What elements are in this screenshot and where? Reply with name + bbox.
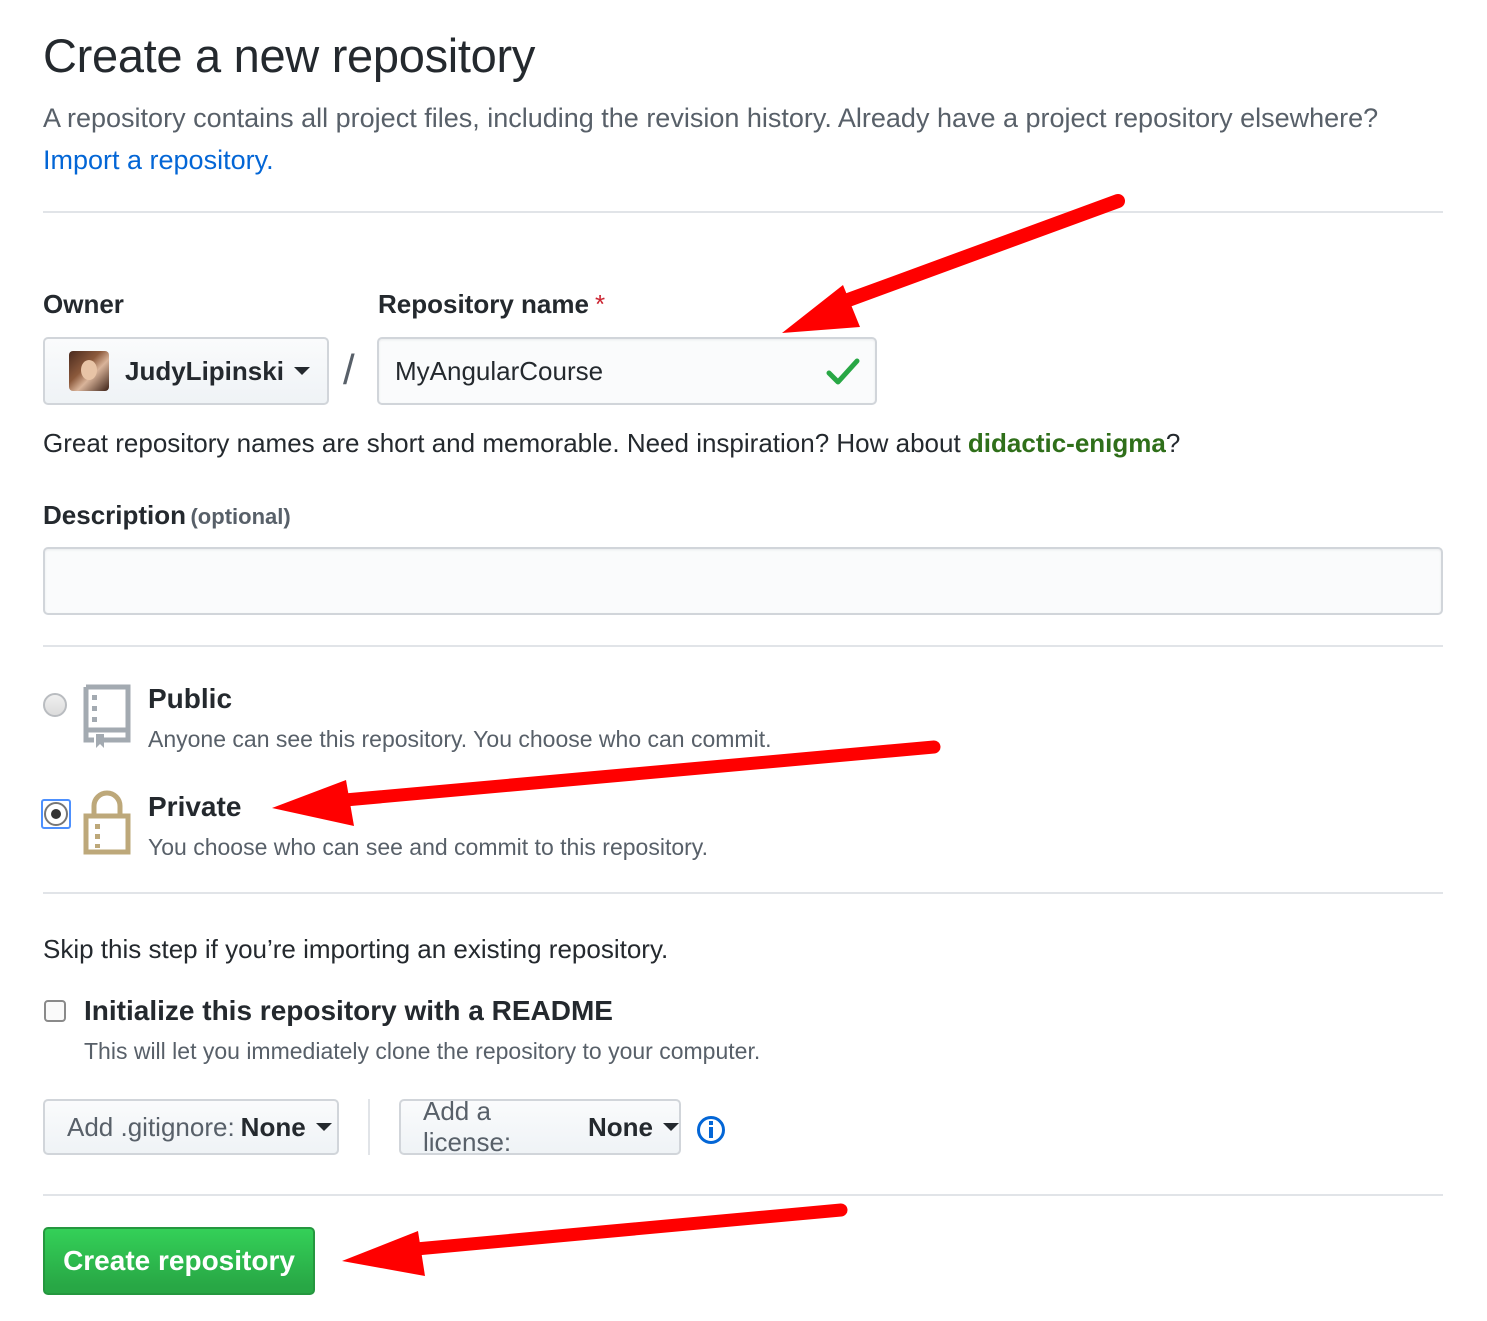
page-title: Create a new repository <box>43 29 536 82</box>
import-repository-link[interactable]: Import a repository. <box>43 145 274 175</box>
gitignore-select[interactable]: Add .gitignore: None <box>43 1099 339 1155</box>
optional-tag: (optional) <box>190 504 291 529</box>
skip-step-note: Skip this step if you’re importing an ex… <box>43 934 669 964</box>
gitignore-value: None <box>240 1111 306 1142</box>
chevron-down-icon <box>293 367 310 375</box>
readme-checkbox-label[interactable]: Initialize this repository with a README <box>84 995 613 1027</box>
private-radio[interactable] <box>44 802 68 826</box>
description-divider <box>43 645 1443 647</box>
readme-desc: This will let you immediately clone the … <box>84 1038 761 1064</box>
license-value: None <box>588 1111 653 1142</box>
select-separator <box>368 1099 370 1155</box>
license-select[interactable]: Add a license: None <box>399 1096 681 1157</box>
public-option-title: Public <box>148 683 233 714</box>
description-input[interactable] <box>43 547 1443 615</box>
info-icon[interactable] <box>696 1115 726 1145</box>
repo-book-icon <box>83 684 131 748</box>
hint-suffix: ? <box>1165 428 1181 458</box>
owner-label: Owner <box>43 289 124 319</box>
arrow-to-create-button <box>342 1203 848 1276</box>
name-suggestion-hint: Great repository names are short and mem… <box>43 428 1180 459</box>
footer-divider <box>43 1194 1443 1196</box>
description-label: Description <box>43 500 187 530</box>
readme-checkbox[interactable] <box>44 1000 66 1022</box>
check-icon <box>826 358 860 385</box>
owner-repo-separator: / <box>343 346 355 393</box>
required-asterisk: * <box>594 289 606 319</box>
description-label-group: Description (optional) <box>43 500 291 531</box>
arrow-to-private <box>272 740 941 826</box>
repository-name-label: Repository name * <box>378 289 605 320</box>
header-divider <box>43 211 1443 213</box>
subtitle-text: A repository contains all project files,… <box>43 103 1379 133</box>
arrow-to-repo-name <box>782 194 1125 333</box>
visibility-divider <box>43 892 1443 894</box>
chevron-down-icon <box>663 1123 679 1131</box>
private-radio-focus-ring <box>41 799 71 829</box>
lock-icon <box>83 790 131 855</box>
page-subtitle: A repository contains all project files,… <box>43 97 1463 181</box>
public-option-desc: Anyone can see this repository. You choo… <box>148 726 772 752</box>
private-option-title: Private <box>148 791 242 822</box>
chevron-down-icon <box>315 1123 332 1131</box>
public-radio[interactable] <box>43 693 67 717</box>
hint-prefix: Great repository names are short and mem… <box>43 428 968 458</box>
create-repository-button[interactable]: Create repository <box>43 1227 315 1295</box>
suggested-name-link[interactable]: didactic-enigma <box>968 428 1166 458</box>
gitignore-prefix: Add .gitignore: <box>67 1111 235 1142</box>
private-option-desc: You choose who can see and commit to thi… <box>148 834 708 860</box>
repository-name-input[interactable] <box>377 337 877 405</box>
repository-name-label-text: Repository name <box>378 289 589 319</box>
license-prefix: Add a license: <box>423 1096 512 1157</box>
avatar <box>69 351 109 391</box>
owner-select[interactable]: JudyLipinski <box>43 337 329 405</box>
owner-value: JudyLipinski <box>125 355 284 386</box>
